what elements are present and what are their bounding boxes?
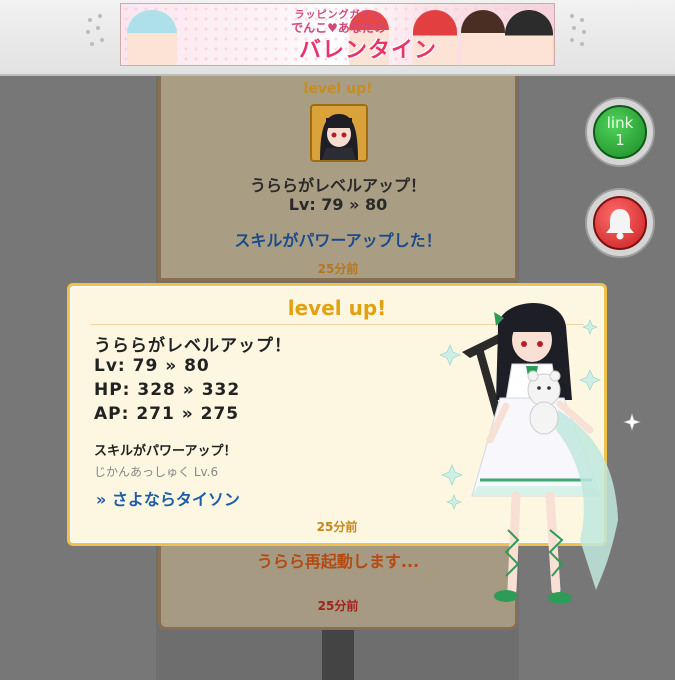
popup-skill-up: スキルがパワーアップ！ [94, 444, 237, 459]
log-entry-level: Lv: 79 » 80 [288, 195, 388, 214]
popup-level: Lv: 79 » 80 [94, 356, 210, 376]
banner-character-5 [505, 10, 553, 65]
dots-right-icon [566, 14, 590, 54]
banner-title: バレンタイン [299, 38, 438, 63]
top-bar: ラッピングガチャ でんこ♥あなたの バレンタイン [0, 0, 675, 76]
urara-avatar [310, 104, 368, 162]
dots-left-icon [84, 14, 108, 54]
log-entry-levelup: level up! うららがレベルアップ！ Lv: 79 » 80 スキルがパワ… [158, 76, 518, 281]
valentine-gacha-banner[interactable]: ラッピングガチャ でんこ♥あなたの バレンタイン [120, 3, 555, 66]
popup-message: うららがレベルアップ！ [94, 336, 292, 356]
log-entry-title: level up! [303, 81, 373, 97]
link-button[interactable]: link 1 [585, 97, 655, 167]
bell-icon [606, 209, 634, 240]
banner-character-1 [127, 10, 177, 65]
link-label: link [606, 114, 634, 132]
popup-skill-name: じかんあっしゅく Lv.6 [94, 465, 219, 479]
log-entry-time: 25分前 [317, 262, 359, 276]
log-entry-message: うららがレベルアップ！ [249, 176, 426, 195]
link-count: 1 [615, 131, 625, 149]
popup-hp: HP: 328 » 332 [94, 380, 241, 400]
popup-ap: AP: 271 » 275 [94, 404, 240, 424]
notification-button[interactable] [585, 188, 655, 258]
popup-skill-link[interactable]: » さよならタイソン [96, 486, 240, 510]
log-entry-skill[interactable]: スキルがパワーアップした！ [161, 227, 515, 251]
urara-character-illustration [439, 290, 660, 630]
